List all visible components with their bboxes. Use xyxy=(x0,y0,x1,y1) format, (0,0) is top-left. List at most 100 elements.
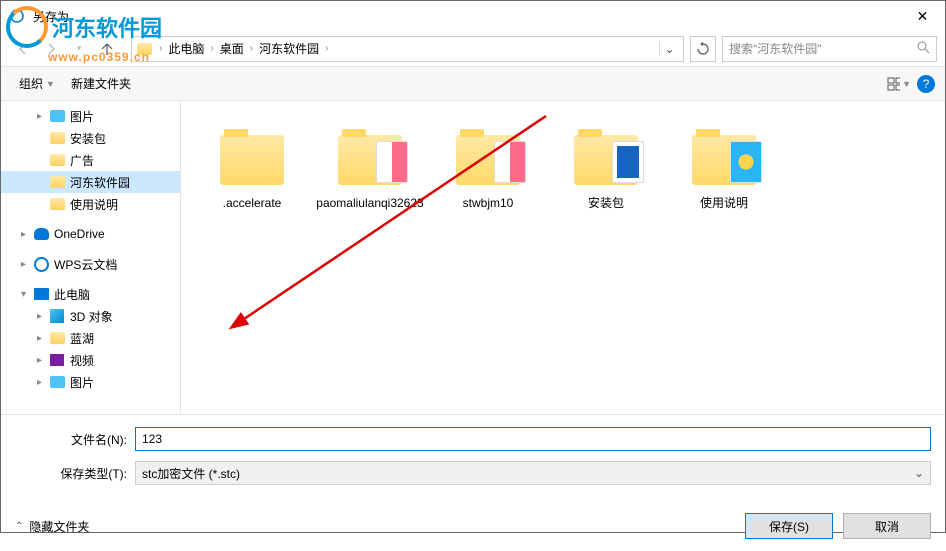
pic-icon xyxy=(49,374,65,390)
save-fields: 文件名(N): 保存类型(T): stc加密文件 (*.stc) ⌄ xyxy=(1,414,945,505)
file-label: .accelerate xyxy=(193,195,311,212)
sidebar-item[interactable]: ▸ 3D 对象 xyxy=(1,305,180,327)
save-button[interactable]: 保存(S) xyxy=(745,513,833,539)
tree-chevron-icon: ▸ xyxy=(21,229,33,240)
folder-icon xyxy=(335,119,405,189)
folder-icon xyxy=(689,119,759,189)
sidebar-item-label: 安装包 xyxy=(70,130,106,147)
new-folder-button[interactable]: 新建文件夹 xyxy=(63,71,139,96)
tree-chevron-icon: ▸ xyxy=(37,333,49,344)
file-item[interactable]: stwbjm10 xyxy=(429,119,547,212)
pic-icon xyxy=(49,108,65,124)
nav-bar: ▾ › 此电脑 › 桌面 › 河东软件园 › ⌄ 搜索"河东软件园" xyxy=(1,31,945,67)
file-item[interactable]: 安装包 xyxy=(547,119,665,212)
recent-dropdown[interactable]: ▾ xyxy=(65,35,93,63)
sidebar-item[interactable]: ▸ WPS云文档 xyxy=(1,253,180,275)
chevron-down-icon: ▼ xyxy=(46,79,55,89)
folder-icon xyxy=(453,119,523,189)
tree-chevron-icon: ▸ xyxy=(37,311,49,322)
chevron-right-icon: › xyxy=(210,43,213,54)
sidebar-item-label: 图片 xyxy=(70,374,94,391)
help-button[interactable]: ? xyxy=(917,75,935,93)
app-icon xyxy=(9,8,25,24)
up-button[interactable] xyxy=(93,35,121,63)
folder-icon xyxy=(571,119,641,189)
file-label: 安装包 xyxy=(547,195,665,212)
tree-chevron-icon: ▸ xyxy=(21,259,33,270)
chevron-right-icon: › xyxy=(250,43,253,54)
folder-icon xyxy=(49,130,65,146)
close-button[interactable]: ✕ xyxy=(900,1,945,31)
forward-button[interactable] xyxy=(37,35,65,63)
tree-chevron-icon: ▸ xyxy=(37,111,49,122)
filename-label: 文件名(N): xyxy=(15,431,135,448)
sidebar-item-label: 此电脑 xyxy=(54,286,90,303)
pc-icon xyxy=(33,286,49,302)
view-menu[interactable]: ▼ xyxy=(887,72,911,96)
search-icon xyxy=(916,40,930,57)
sidebar-item[interactable]: ▸ 图片 xyxy=(1,371,180,393)
folder-icon xyxy=(217,119,287,189)
sidebar-item[interactable]: ▸ 视频 xyxy=(1,349,180,371)
sidebar-item-label: 广告 xyxy=(70,152,94,169)
folder-icon xyxy=(49,174,65,190)
search-placeholder: 搜索"河东软件园" xyxy=(729,40,822,57)
sidebar-item-label: 蓝湖 xyxy=(70,330,94,347)
folder-icon xyxy=(49,196,65,212)
sidebar-item[interactable]: ▸ 蓝湖 xyxy=(1,327,180,349)
chevron-right-icon: › xyxy=(325,43,328,54)
toolbar: 组织▼ 新建文件夹 ▼ ? xyxy=(1,67,945,101)
sidebar-tree: ▸图片安装包广告河东软件园使用说明▸OneDrive▸WPS云文档▾此电脑▸3D… xyxy=(1,101,181,414)
sidebar-item-label: 图片 xyxy=(70,108,94,125)
tree-chevron-icon: ▸ xyxy=(37,355,49,366)
refresh-button[interactable] xyxy=(690,36,716,62)
cube-icon xyxy=(49,308,65,324)
wps-icon xyxy=(33,256,49,272)
tree-chevron-icon: ▸ xyxy=(37,377,49,388)
dialog-footer: ⌃ 隐藏文件夹 保存(S) 取消 xyxy=(1,505,945,551)
filetype-select[interactable]: stc加密文件 (*.stc) ⌄ xyxy=(135,461,931,485)
vid-icon xyxy=(49,352,65,368)
sidebar-item-label: 视频 xyxy=(70,352,94,369)
sidebar-item[interactable]: 广告 xyxy=(1,149,180,171)
crumb-item[interactable]: 桌面 xyxy=(216,40,248,57)
file-item[interactable]: .accelerate xyxy=(193,119,311,212)
file-label: 使用说明 xyxy=(665,195,783,212)
file-item[interactable]: paomaliulanqi32623 xyxy=(311,119,429,212)
organize-menu[interactable]: 组织▼ xyxy=(11,71,63,96)
filename-input[interactable] xyxy=(135,427,931,451)
chevron-right-icon: › xyxy=(159,43,162,54)
sidebar-item[interactable]: ▾ 此电脑 xyxy=(1,283,180,305)
breadcrumb-dropdown[interactable]: ⌄ xyxy=(659,42,679,56)
hide-folders-toggle[interactable]: ⌃ 隐藏文件夹 xyxy=(15,518,89,535)
file-item[interactable]: 使用说明 xyxy=(665,119,783,212)
file-label: paomaliulanqi32623 xyxy=(311,195,429,212)
sidebar-item[interactable]: 安装包 xyxy=(1,127,180,149)
file-label: stwbjm10 xyxy=(429,195,547,212)
crumb-item[interactable]: 此电脑 xyxy=(164,40,208,57)
file-list: .acceleratepaomaliulanqi32623stwbjm10安装包… xyxy=(181,101,945,414)
crumb-item[interactable]: 河东软件园 xyxy=(255,40,323,57)
sidebar-item[interactable]: 使用说明 xyxy=(1,193,180,215)
window-titlebar: 另存为 ✕ xyxy=(1,1,945,31)
folder-icon xyxy=(136,41,152,57)
sidebar-item-label: WPS云文档 xyxy=(54,256,117,273)
sidebar-item-label: 3D 对象 xyxy=(70,308,113,325)
tree-chevron-icon: ▾ xyxy=(21,289,33,300)
sidebar-item[interactable]: 河东软件园 xyxy=(1,171,180,193)
sidebar-item-label: OneDrive xyxy=(54,227,105,241)
breadcrumb[interactable]: › 此电脑 › 桌面 › 河东软件园 › ⌄ xyxy=(131,36,684,62)
back-button[interactable] xyxy=(9,35,37,63)
sidebar-item-label: 河东软件园 xyxy=(70,174,130,191)
filetype-label: 保存类型(T): xyxy=(15,465,135,482)
sidebar-item[interactable]: ▸ 图片 xyxy=(1,105,180,127)
sidebar-item-label: 使用说明 xyxy=(70,196,118,213)
search-input[interactable]: 搜索"河东软件园" xyxy=(722,36,937,62)
cancel-button[interactable]: 取消 xyxy=(843,513,931,539)
folder-icon xyxy=(49,330,65,346)
chevron-down-icon: ▼ xyxy=(902,79,911,89)
sidebar-item[interactable]: ▸ OneDrive xyxy=(1,223,180,245)
chevron-down-icon: ⌄ xyxy=(914,466,924,480)
window-title: 另存为 xyxy=(33,8,69,25)
folder-icon xyxy=(49,152,65,168)
